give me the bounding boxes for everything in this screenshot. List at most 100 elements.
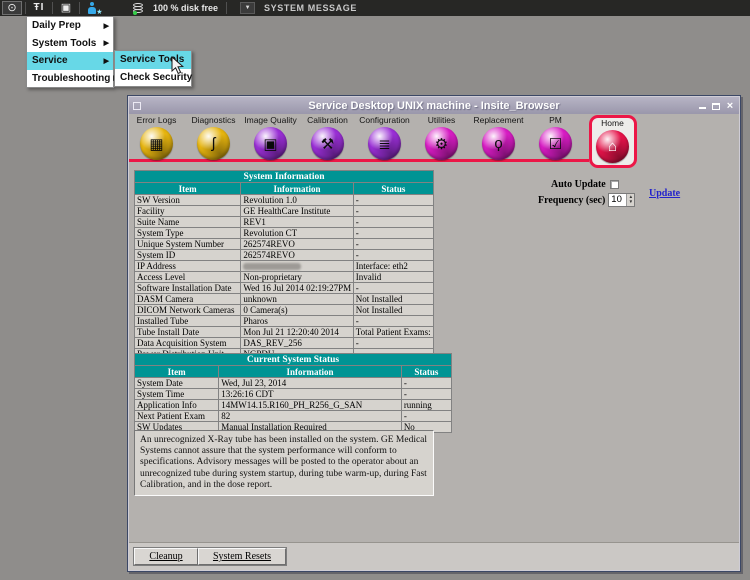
- update-link[interactable]: Update: [649, 188, 680, 199]
- cell-status: -: [353, 250, 433, 261]
- utilities-icon: ⚙: [425, 127, 458, 160]
- table-row: Suite NameREV1-: [135, 217, 434, 228]
- tab-pm[interactable]: PM☑: [527, 115, 584, 164]
- message-dropdown-button[interactable]: ▼: [240, 2, 255, 14]
- system-resets-button[interactable]: System Resets: [198, 548, 286, 565]
- minimize-button[interactable]: [697, 100, 707, 111]
- star-icon: ★: [96, 9, 102, 16]
- auto-update-checkbox[interactable]: [610, 180, 619, 189]
- cell-item: Installed Tube: [135, 316, 241, 327]
- service-desktop-window: Service Desktop UNIX machine - Insite_Br…: [127, 95, 741, 572]
- tab-replacement[interactable]: Replacementϙ: [470, 115, 527, 164]
- cell-item: System Type: [135, 228, 241, 239]
- stepper-arrows-icon[interactable]: ▲▼: [626, 194, 634, 206]
- menu-item-label: Daily Prep: [32, 20, 81, 31]
- cell-item: DICOM Network Cameras: [135, 305, 241, 316]
- table-row: Access LevelNon-proprietaryInvalid: [135, 272, 434, 283]
- table-row: Software Installation DateWed 16 Jul 201…: [135, 283, 434, 294]
- toolbar-divider: [25, 2, 26, 14]
- menu-item-service[interactable]: Service▶: [27, 52, 113, 70]
- table-row: SW VersionRevolution 1.0-: [135, 195, 434, 206]
- maximize-button[interactable]: [711, 100, 721, 111]
- tab-error-logs[interactable]: Error Logs▦: [128, 115, 185, 164]
- tab-glyph: ⚙: [435, 135, 448, 153]
- close-button[interactable]: ×: [725, 100, 735, 111]
- lamp-icon[interactable]: ⊙: [2, 1, 22, 15]
- tab-label: Image Quality: [242, 115, 299, 126]
- tab-strip: Error Logs▦DiagnosticsʃImage Quality▣Cal…: [129, 114, 739, 164]
- table-row: System ID262574REVO-: [135, 250, 434, 261]
- table-title: Current System Status: [135, 354, 452, 366]
- cell-information: DAS_REV_256: [241, 338, 353, 349]
- cell-item: DASM Camera: [135, 294, 241, 305]
- frequency-stepper[interactable]: 10 ▲▼: [608, 193, 635, 207]
- image-quality-icon: ▣: [254, 127, 287, 160]
- auto-update-label: Auto Update: [551, 179, 606, 190]
- frequency-label: Frequency (sec): [538, 195, 605, 206]
- gantry-controls-icon[interactable]: ŦI: [29, 1, 49, 15]
- tab-glyph: ϙ: [494, 135, 502, 152]
- table-row: DASM CameraunknownNot Installed: [135, 294, 434, 305]
- tab-label: Utilities: [413, 115, 470, 126]
- cell-status: -: [353, 206, 433, 217]
- tab-glyph: ⚒: [321, 135, 334, 153]
- cell-status: -: [353, 338, 433, 349]
- tab-home[interactable]: Home ⌂: [589, 115, 637, 168]
- cell-information: [241, 261, 353, 272]
- table-row: Application Info14MW14.15.R160_PH_R256_G…: [135, 400, 452, 411]
- diagnostics-icon: ʃ: [197, 127, 230, 160]
- cell-status: Not Installed: [353, 294, 433, 305]
- column-header: Status: [353, 183, 433, 195]
- tab-glyph: ʃ: [212, 135, 215, 152]
- table-row: DICOM Network Cameras0 Camera(s)Not Inst…: [135, 305, 434, 316]
- column-header: Item: [135, 366, 219, 378]
- cell-information: Revolution CT: [241, 228, 353, 239]
- home-tab-content: System InformationItemInformationStatusS…: [129, 164, 739, 542]
- menu-item-system-tools[interactable]: System Tools▶: [27, 35, 113, 53]
- tab-glyph: ☑: [549, 135, 562, 153]
- cell-information: 13:26:16 CDT: [219, 389, 402, 400]
- tab-glyph: ⌂: [608, 138, 617, 155]
- redacted-value: [243, 263, 301, 270]
- table-row: IP AddressInterface: eth2: [135, 261, 434, 272]
- menu-item-troubleshooting[interactable]: Troubleshooting▶: [27, 70, 113, 88]
- tab-utilities[interactable]: Utilities ⚙: [413, 115, 470, 164]
- cell-item: System Time: [135, 389, 219, 400]
- cell-information: unknown: [241, 294, 353, 305]
- tab-label: Calibration: [299, 115, 356, 126]
- cell-item: System Date: [135, 378, 219, 389]
- cell-status: Total Patient Exams: 0: [353, 327, 433, 338]
- disk-ok-dot: [133, 11, 137, 15]
- tab-label: Home: [592, 118, 634, 129]
- submenu-arrow-icon: ▶: [104, 57, 109, 65]
- cell-item: Software Installation Date: [135, 283, 241, 294]
- cell-status: -: [401, 411, 451, 422]
- cell-information: Pharos: [241, 316, 353, 327]
- main-menu: Daily Prep▶System Tools▶Service▶Troubles…: [26, 16, 114, 88]
- tab-label: Diagnostics: [185, 115, 242, 126]
- mouse-cursor: [171, 56, 184, 75]
- cell-information: Wed, Jul 23, 2014: [219, 378, 402, 389]
- current-system-status-table: Current System StatusItemInformationStat…: [134, 353, 452, 433]
- tab-image-quality[interactable]: Image Quality▣: [242, 115, 299, 164]
- cleanup-button[interactable]: Cleanup: [134, 548, 198, 565]
- tab-calibration[interactable]: Calibration ⚒: [299, 115, 356, 164]
- window-titlebar[interactable]: Service Desktop UNIX machine - Insite_Br…: [129, 97, 739, 114]
- cell-information: 0 Camera(s): [241, 305, 353, 316]
- tab-diagnostics[interactable]: Diagnostics ʃ: [185, 115, 242, 164]
- cell-information: Mon Jul 21 12:20:40 2014: [241, 327, 353, 338]
- clipboard-icon[interactable]: ▣: [56, 1, 76, 15]
- cell-status: -: [353, 195, 433, 206]
- cell-status: Not Installed: [353, 305, 433, 316]
- tab-configuration[interactable]: Configuration≣: [356, 115, 413, 164]
- tube-warning-message: An unrecognized X-Ray tube has been inst…: [134, 430, 434, 496]
- cell-status: -: [353, 217, 433, 228]
- cell-status: running: [401, 400, 451, 411]
- tab-glyph: ≣: [378, 135, 391, 153]
- cell-item: Application Info: [135, 400, 219, 411]
- cell-status: -: [353, 239, 433, 250]
- menu-item-daily-prep[interactable]: Daily Prep▶: [27, 17, 113, 35]
- replacement-icon: ϙ: [482, 127, 515, 160]
- user-star-icon[interactable]: ★: [83, 1, 103, 15]
- table-title: System Information: [135, 171, 434, 183]
